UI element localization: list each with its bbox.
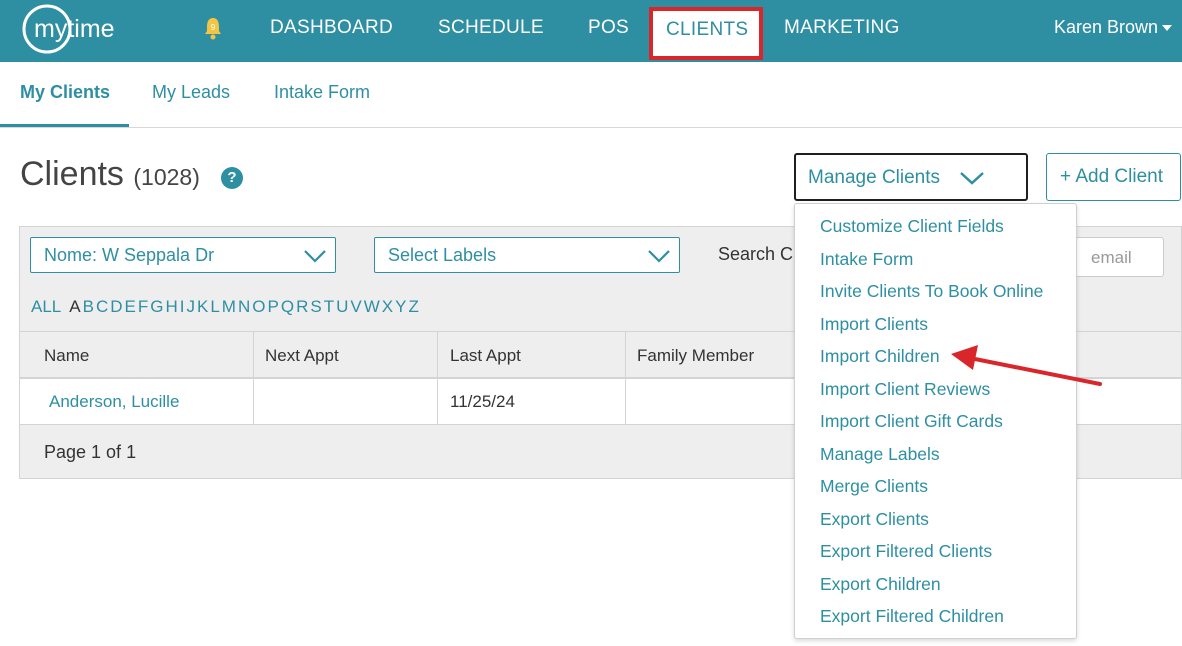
nav-marketing[interactable]: MARKETING (784, 17, 900, 39)
alphabet-letter-e[interactable]: E (125, 297, 136, 316)
location-select[interactable]: Nome: W Seppala Dr (30, 237, 336, 273)
add-client-button[interactable]: + Add Client (1046, 153, 1181, 201)
menu-item-import-client-reviews[interactable]: Import Client Reviews (820, 379, 990, 400)
alphabet-letter-v[interactable]: V (350, 297, 361, 316)
chevron-down-icon (304, 250, 326, 263)
alphabet-letter-w[interactable]: W (364, 297, 380, 316)
alphabet-letter-x[interactable]: X (382, 297, 393, 316)
alphabet-letter-h[interactable]: H (165, 297, 177, 316)
nav-clients[interactable]: CLIENTS (649, 7, 763, 60)
logo-text: mytime (34, 15, 115, 43)
menu-item-manage-labels[interactable]: Manage Labels (820, 444, 940, 465)
column-header-family-member[interactable]: Family Member (637, 346, 754, 366)
menu-item-import-clients[interactable]: Import Clients (820, 314, 928, 335)
last-appt-cell: 11/25/24 (450, 392, 515, 411)
alphabet-letter-s[interactable]: S (310, 297, 321, 316)
alphabet-letter-q[interactable]: Q (281, 297, 294, 316)
user-name: Karen Brown (1054, 17, 1159, 37)
top-nav-bar: mytime 9 DASHBOARD SCHEDULE POS CLIENTS … (0, 0, 1182, 62)
search-label: Search Clients (718, 244, 794, 264)
column-divider (253, 331, 254, 425)
alphabet-letter-p[interactable]: P (267, 297, 278, 316)
tab-my-clients[interactable]: My Clients (20, 82, 110, 103)
alphabet-letter-j[interactable]: J (186, 297, 195, 316)
alphabet-letter-n[interactable]: N (238, 297, 250, 316)
column-header-name[interactable]: Name (44, 346, 89, 366)
user-menu[interactable]: Karen Brown (1054, 17, 1173, 38)
page-title: Clients (1028) (20, 155, 200, 194)
sub-nav: My Clients My Leads Intake Form (0, 62, 1182, 128)
manage-clients-button[interactable]: Manage Clients (794, 153, 1028, 201)
alphabet-letter-f[interactable]: F (138, 297, 148, 316)
help-icon[interactable]: ? (221, 167, 243, 189)
nav-dashboard[interactable]: DASHBOARD (270, 17, 393, 39)
manage-clients-label: Manage Clients (808, 167, 941, 188)
alphabet-letter-all[interactable]: ALL (31, 297, 61, 316)
notification-count: 9 (211, 23, 216, 32)
nav-schedule[interactable]: SCHEDULE (438, 17, 544, 39)
chevron-down-icon (960, 172, 984, 185)
nav-clients-label: CLIENTS (666, 19, 749, 40)
nav-pos[interactable]: POS (588, 17, 629, 39)
manage-clients-menu: Customize Client Fields Intake Form Invite… (794, 203, 1077, 639)
alphabet-letter-z[interactable]: Z (408, 297, 418, 316)
alphabet-letter-m[interactable]: M (222, 297, 236, 316)
alphabet-letter-b[interactable]: B (83, 297, 94, 316)
chevron-down-icon (648, 250, 670, 263)
alphabet-letter-c[interactable]: C (96, 297, 108, 316)
add-client-label: + Add Client (1060, 166, 1163, 187)
alphabet-letter-l[interactable]: L (210, 297, 219, 316)
menu-item-export-children[interactable]: Export Children (820, 574, 941, 595)
pagination-text: Page 1 of 1 (44, 442, 137, 462)
search-placeholder: email (1091, 248, 1132, 267)
alphabet-letter-i[interactable]: I (180, 297, 185, 316)
alphabet-letter-r[interactable]: R (296, 297, 308, 316)
menu-item-export-filtered-clients[interactable]: Export Filtered Clients (820, 541, 992, 562)
menu-item-intake-form[interactable]: Intake Form (820, 249, 913, 270)
caret-down-icon (1162, 25, 1173, 32)
alphabet-letter-t[interactable]: T (324, 297, 334, 316)
menu-item-import-client-gift-cards[interactable]: Import Client Gift Cards (820, 411, 1003, 432)
alphabet-filter: ALL A B C D E F G H I J K L M N O P Q R S T U V W X Y Z (31, 297, 421, 317)
client-name-link[interactable]: Anderson, Lucille (49, 392, 179, 412)
mytime-logo[interactable]: mytime (21, 3, 149, 55)
alphabet-letter-a[interactable]: A (69, 297, 80, 316)
alphabet-letter-k[interactable]: K (197, 297, 208, 316)
alphabet-letter-d[interactable]: D (110, 297, 122, 316)
active-tab-indicator (0, 124, 129, 127)
alphabet-letter-o[interactable]: O (252, 297, 265, 316)
column-divider (437, 331, 438, 425)
alphabet-letter-u[interactable]: U (336, 297, 348, 316)
location-select-value: Nome: W Seppala Dr (44, 245, 215, 265)
column-header-next-appt[interactable]: Next Appt (265, 346, 339, 366)
menu-item-invite-clients-to-book-online[interactable]: Invite Clients To Book Online (820, 281, 1043, 302)
notification-bell-icon[interactable]: 9 (203, 16, 223, 40)
client-count: (1028) (133, 164, 200, 190)
menu-item-merge-clients[interactable]: Merge Clients (820, 476, 928, 497)
tab-intake-form[interactable]: Intake Form (274, 82, 370, 103)
menu-item-export-filtered-children[interactable]: Export Filtered Children (820, 606, 1004, 627)
labels-select[interactable]: Select Labels (374, 237, 680, 273)
menu-item-import-children[interactable]: Import Children (820, 346, 940, 367)
menu-item-customize-client-fields[interactable]: Customize Client Fields (820, 216, 1004, 237)
column-divider (625, 331, 626, 425)
column-header-last-appt[interactable]: Last Appt (450, 346, 521, 366)
page-title-text: Clients (20, 155, 124, 193)
tab-my-leads[interactable]: My Leads (152, 82, 230, 103)
menu-item-export-clients[interactable]: Export Clients (820, 509, 929, 530)
alphabet-letter-y[interactable]: Y (395, 297, 406, 316)
labels-select-value: Select Labels (388, 245, 497, 265)
alphabet-letter-g[interactable]: G (150, 297, 163, 316)
